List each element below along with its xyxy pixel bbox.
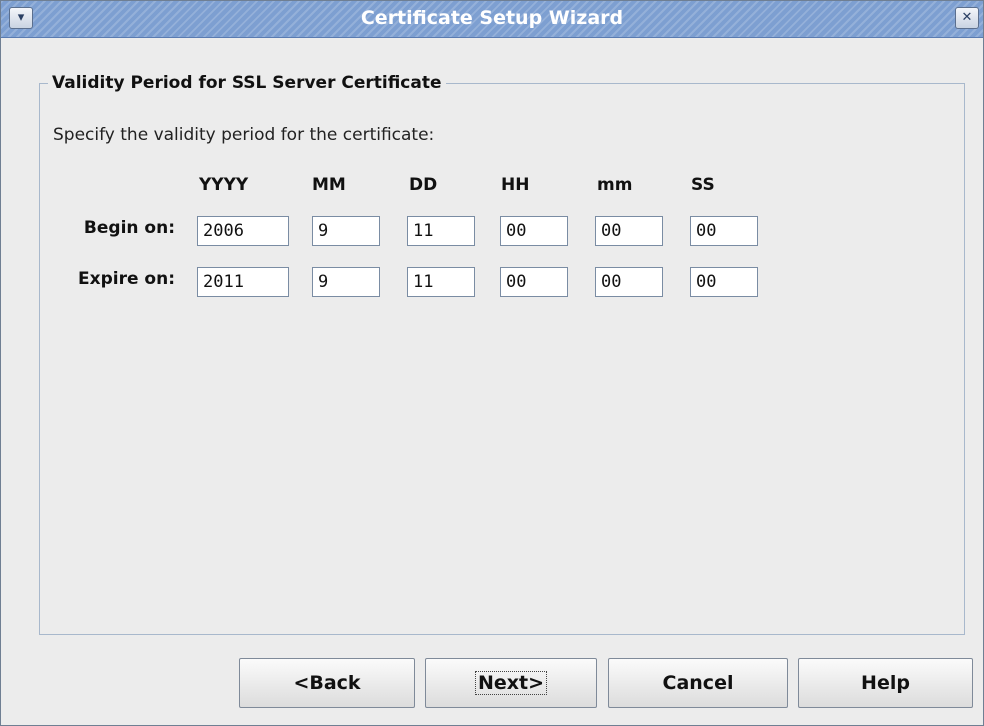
begin-day-field[interactable]: 11: [407, 216, 475, 246]
expire-month-field[interactable]: 9: [312, 267, 380, 297]
column-header-minute: mm: [597, 175, 633, 195]
column-header-day: DD: [409, 175, 438, 195]
group-title: Validity Period for SSL Server Certifica…: [52, 73, 442, 93]
dialog-window: ▾ Certificate Setup Wizard ✕ Validity Pe…: [0, 0, 984, 726]
column-header-second: SS: [691, 175, 715, 195]
back-button[interactable]: <Back: [239, 658, 415, 708]
cancel-button[interactable]: Cancel: [608, 658, 788, 708]
intro-text: Specify the validity period for the cert…: [53, 125, 435, 145]
cancel-button-label: Cancel: [662, 672, 734, 694]
begin-month-field[interactable]: 9: [312, 216, 380, 246]
begin-minute-field[interactable]: 00: [595, 216, 663, 246]
back-button-label: <Back: [293, 672, 361, 694]
expire-hour-field[interactable]: 00: [500, 267, 568, 297]
column-header-month: MM: [312, 175, 346, 195]
column-header-year: YYYY: [199, 175, 249, 195]
window-title: Certificate Setup Wizard: [360, 7, 624, 29]
expire-day-field[interactable]: 11: [407, 267, 475, 297]
expire-second-field[interactable]: 00: [690, 267, 758, 297]
close-icon[interactable]: ✕: [955, 7, 979, 29]
next-button[interactable]: Next>: [425, 658, 597, 708]
begin-second-field[interactable]: 00: [690, 216, 758, 246]
expire-on-label: Expire on:: [78, 269, 175, 289]
help-button-label: Help: [861, 672, 910, 694]
next-button-label: Next>: [474, 671, 548, 695]
help-button[interactable]: Help: [798, 658, 973, 708]
begin-year-field[interactable]: 2006: [197, 216, 289, 246]
expire-minute-field[interactable]: 00: [595, 267, 663, 297]
validity-period-group: Validity Period for SSL Server Certifica…: [39, 73, 965, 635]
begin-on-label: Begin on:: [83, 218, 175, 238]
begin-hour-field[interactable]: 00: [500, 216, 568, 246]
expire-year-field[interactable]: 2011: [197, 267, 289, 297]
column-header-hour: HH: [501, 175, 530, 195]
title-bar[interactable]: ▾ Certificate Setup Wizard ✕: [1, 1, 983, 38]
